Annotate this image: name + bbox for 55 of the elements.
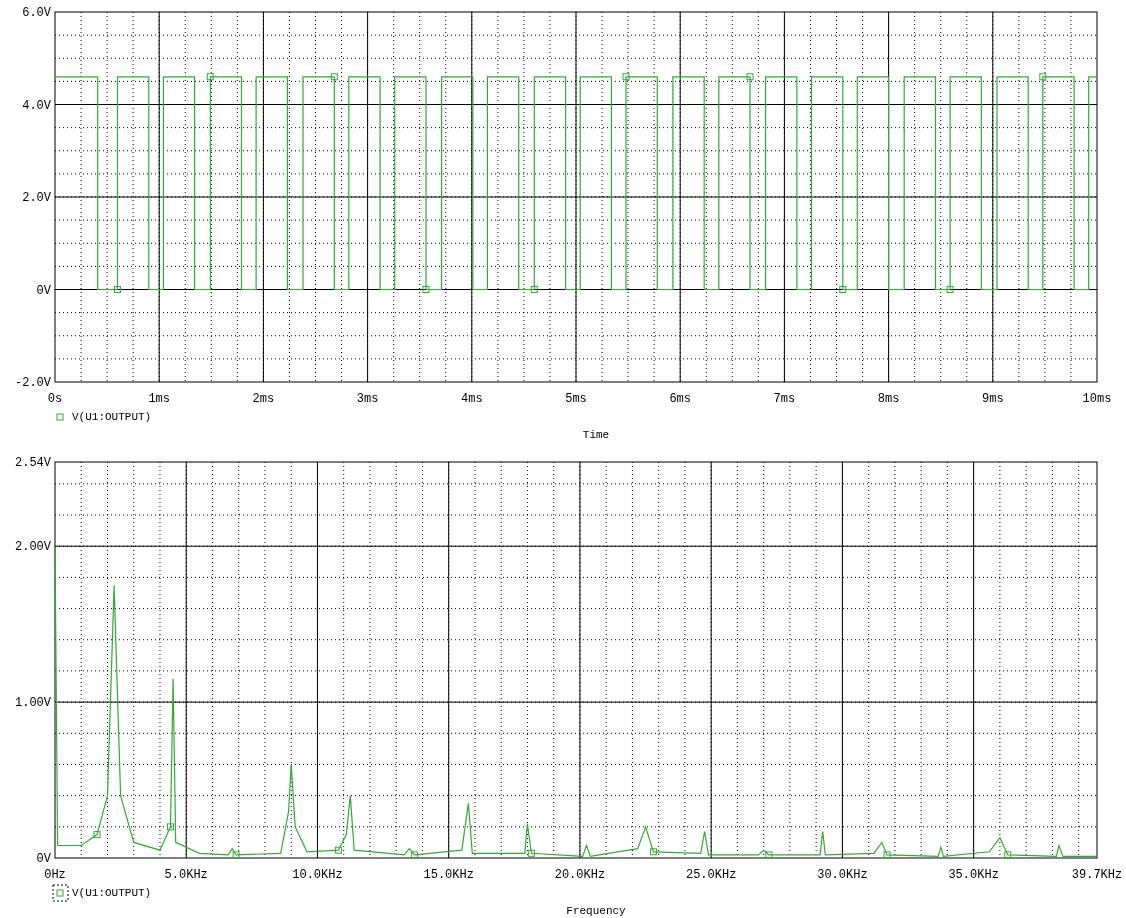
legend-label[interactable]: V(U1:OUTPUT) [72, 411, 152, 423]
axis-tick-label: 0V [36, 852, 51, 866]
trace-marker [206, 73, 214, 81]
trace-marker [411, 851, 419, 859]
axis-tick-label: 5ms [565, 392, 587, 406]
trace-marker [946, 286, 954, 293]
axis-tick-label: 2ms [252, 392, 275, 406]
trace-marker [330, 73, 338, 81]
trace-marker [1039, 73, 1047, 81]
axis-title: Frequency [566, 905, 626, 917]
trace-marker [1004, 851, 1012, 859]
trace-marker [883, 851, 891, 859]
axis-tick-label: 39.7KHz [1071, 868, 1123, 882]
trace-marker [746, 73, 754, 81]
axis-tick-label: 4ms [461, 392, 483, 406]
trace-marker [93, 831, 101, 839]
trace-marker [839, 286, 847, 293]
axis-tick-label: 2.54V [15, 456, 51, 470]
axis-tick-label: -2.0V [15, 376, 51, 390]
axis-tick-label: 20.0KHz [554, 868, 606, 882]
axis-tick-label: 3ms [356, 392, 379, 406]
axis-tick-label: 0Hz [44, 868, 66, 882]
axis-tick-label: 15.0KHz [423, 868, 474, 882]
axis-tick-label: 10.0KHz [292, 868, 343, 882]
axis-tick-label: 8ms [877, 392, 900, 406]
axis-tick-label: 2.00V [15, 540, 51, 555]
axis-tick-label: 35.0KHz [948, 868, 999, 882]
trace-marker [765, 851, 773, 859]
trace-marker [114, 286, 121, 293]
axis-tick-label: 4.0V [22, 98, 51, 113]
legend-label[interactable]: V(U1:OUTPUT) [72, 887, 152, 899]
axis-tick-label: 9ms [982, 392, 1004, 406]
axis-tick-label: 1ms [148, 392, 170, 406]
axis-tick-label: 5.0KHz [164, 868, 208, 882]
trace-marker [167, 823, 174, 831]
axis-tick-label: 2.0V [22, 191, 51, 205]
trace-marker [232, 851, 240, 859]
legend-marker-icon[interactable] [56, 413, 64, 421]
trace-marker [622, 73, 630, 81]
trace-marker [422, 286, 430, 293]
axis-tick-label: 6.0V [22, 6, 51, 20]
axis-title: Time [582, 429, 610, 441]
trace-marker [334, 846, 342, 854]
axis-tick-label: 30.0KHz [817, 868, 868, 882]
axis-tick-label: 0s [47, 392, 63, 406]
axis-tick-label: 6ms [669, 392, 691, 406]
legend-marker-icon[interactable] [52, 884, 69, 902]
axis-tick-label: 0V [36, 283, 51, 298]
trace-marker [527, 849, 535, 857]
axis-tick-label: 25.0KHz [685, 868, 737, 882]
axis-tick-label: 10ms [1082, 392, 1112, 406]
axis-tick-label: 1.00V [15, 696, 51, 711]
axis-tick-label: 7ms [773, 392, 796, 406]
trace-marker [530, 286, 538, 293]
trace-marker [649, 848, 657, 856]
